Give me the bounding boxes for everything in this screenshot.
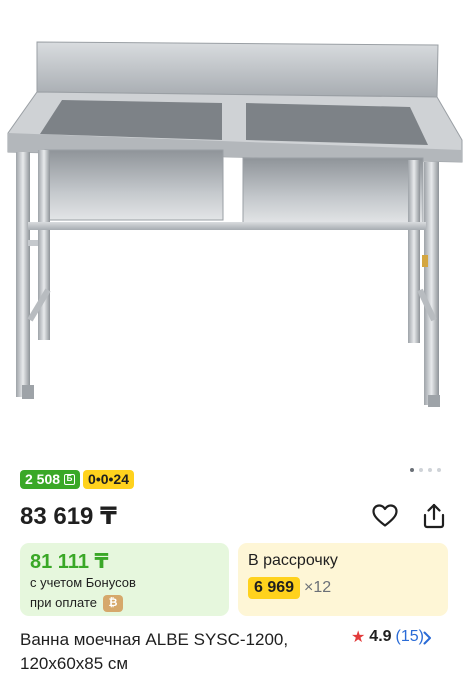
bonus-price-card[interactable]: 81 111 ₸ с учетом Бонусов при оплате ₿ — [20, 543, 229, 616]
product-image[interactable] — [0, 0, 468, 455]
product-title: Ванна моечная ALBE SYSC-1200, 120x60x85 … — [20, 630, 289, 673]
payment-note: при оплате — [30, 595, 97, 610]
badges-row: 2 508 Б 0•0•24 — [20, 470, 134, 489]
installment-times: ×12 — [304, 579, 332, 596]
favorite-button[interactable] — [371, 502, 399, 530]
installment-badge: 0•0•24 — [83, 470, 134, 489]
heart-icon — [372, 504, 398, 527]
installment-card[interactable]: В рассрочку 6 969 ×12 — [238, 543, 448, 616]
carousel-dot[interactable] — [428, 468, 432, 472]
share-icon — [423, 503, 445, 529]
installment-amount: 6 969 — [248, 577, 301, 599]
carousel-dot[interactable] — [437, 468, 441, 472]
share-button[interactable] — [420, 502, 448, 530]
bonus-b-icon: Б — [64, 474, 76, 485]
bonus-badge: 2 508 Б — [20, 470, 81, 489]
bonus-note: с учетом Бонусов — [30, 575, 136, 590]
carousel-dot[interactable] — [410, 468, 414, 472]
reviews-count[interactable]: (15) — [396, 628, 424, 646]
rating-value: 4.9 — [369, 628, 392, 645]
product-actions — [371, 502, 448, 530]
price: 83 619 ₸ — [20, 503, 117, 530]
bonus-badge-value: 2 508 — [25, 471, 61, 487]
carousel-dot[interactable] — [419, 468, 423, 472]
payment-icon: ₿ — [102, 594, 123, 612]
carousel-indicator[interactable] — [410, 468, 441, 472]
installment-title: В рассрочку — [248, 552, 338, 569]
star-icon: ★ — [350, 629, 366, 646]
rating[interactable]: ★ 4.9 (15) — [351, 627, 424, 647]
bonus-price: 81 111 ₸ — [30, 551, 109, 573]
chevron-right-icon[interactable] — [423, 631, 432, 645]
